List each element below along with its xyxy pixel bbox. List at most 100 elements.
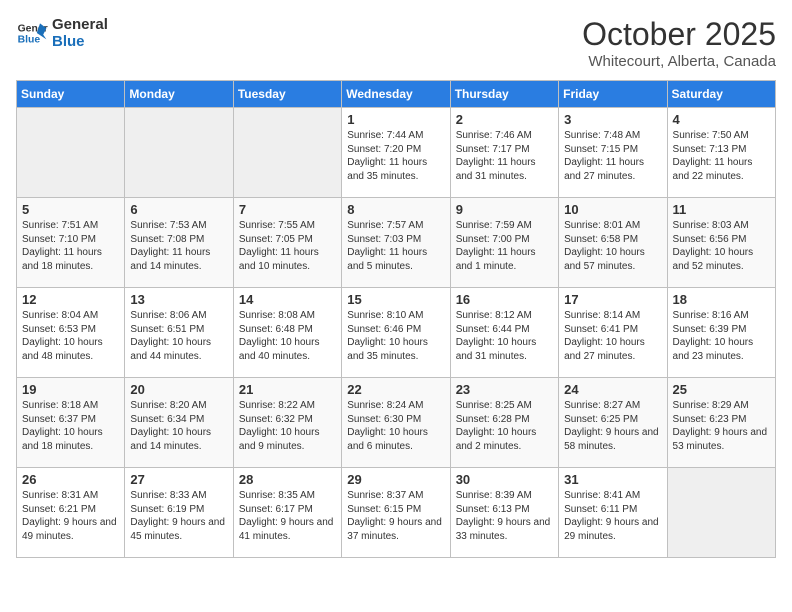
empty-cell xyxy=(17,108,125,198)
day-number: 22 xyxy=(347,382,444,397)
sunrise-label: Sunrise: 8:39 AM xyxy=(456,490,532,501)
sunrise-label: Sunrise: 8:10 AM xyxy=(347,310,423,321)
sunset-label: Sunset: 6:37 PM xyxy=(22,414,96,425)
day-number: 31 xyxy=(564,472,661,487)
daylight-label: Daylight: 10 hours and 57 minutes. xyxy=(564,247,645,272)
week-row-4: 19 Sunrise: 8:18 AM Sunset: 6:37 PM Dayligh… xyxy=(17,378,776,468)
day-cell-10: 10Sunrise: 8:01 AMSunset: 6:58 PMDayligh… xyxy=(559,198,667,288)
sunrise-label: Sunrise: 8:12 AM xyxy=(456,310,532,321)
sunrise-label: Sunrise: 8:35 AM xyxy=(239,490,315,501)
daylight-label: Daylight: 10 hours and 18 minutes. xyxy=(22,427,103,452)
daylight-label: Daylight: 9 hours and 49 minutes. xyxy=(22,517,117,542)
day-number: 15 xyxy=(347,292,444,307)
day-info: Sunrise: 8:35 AMSunset: 6:17 PMDaylight:… xyxy=(239,489,336,543)
day-cell-5: 5Sunrise: 7:51 AMSunset: 7:10 PMDaylight… xyxy=(17,198,125,288)
day-info: Sunrise: 8:08 AMSunset: 6:48 PMDaylight:… xyxy=(239,309,336,363)
day-info: Sunrise: 7:44 AMSunset: 7:20 PMDaylight:… xyxy=(347,129,444,183)
day-cell-7: 7Sunrise: 7:55 AMSunset: 7:05 PMDaylight… xyxy=(233,198,341,288)
day-cell-3: 3Sunrise: 7:48 AMSunset: 7:15 PMDaylight… xyxy=(559,108,667,198)
sunrise-label: Sunrise: 7:48 AM xyxy=(564,130,640,141)
empty-cell xyxy=(125,108,233,198)
sunset-label: Sunset: 7:03 PM xyxy=(347,234,421,245)
sunset-label: Sunset: 6:39 PM xyxy=(673,324,747,335)
sunrise-label: Sunrise: 8:29 AM xyxy=(673,400,749,411)
day-number: 19 xyxy=(22,382,119,397)
day-number: 10 xyxy=(564,202,661,217)
sunset-label: Sunset: 6:23 PM xyxy=(673,414,747,425)
daylight-label: Daylight: 10 hours and 9 minutes. xyxy=(239,427,320,452)
day-cell-6: 6Sunrise: 7:53 AMSunset: 7:08 PMDaylight… xyxy=(125,198,233,288)
day-number: 24 xyxy=(564,382,661,397)
sunrise-label: Sunrise: 8:25 AM xyxy=(456,400,532,411)
header: General Blue General Blue October 2025 W… xyxy=(16,16,776,70)
day-cell-8: 8Sunrise: 7:57 AMSunset: 7:03 PMDaylight… xyxy=(342,198,450,288)
week-row-3: 12Sunrise: 8:04 AMSunset: 6:53 PMDayligh… xyxy=(17,288,776,378)
weekday-header-row: SundayMondayTuesdayWednesdayThursdayFrid… xyxy=(17,81,776,108)
day-number: 4 xyxy=(673,112,770,127)
day-info: Sunrise: 8:33 AMSunset: 6:19 PMDaylight:… xyxy=(130,489,227,543)
day-cell-13: 13Sunrise: 8:06 AMSunset: 6:51 PMDayligh… xyxy=(125,288,233,378)
sunset-label: Sunset: 6:48 PM xyxy=(239,324,313,335)
daylight-label: Daylight: 11 hours and 27 minutes. xyxy=(564,157,644,182)
sunset-label: Sunset: 7:05 PM xyxy=(239,234,313,245)
week-row-5: 26 Sunrise: 8:31 AMSunset: 6:21 PMDayligh… xyxy=(17,468,776,558)
day-cell-21: 21Sunrise: 8:22 AMSunset: 6:32 PMDayligh… xyxy=(233,378,341,468)
daylight-label: Daylight: 10 hours and 52 minutes. xyxy=(673,247,754,272)
daylight-label: Daylight: 11 hours and 10 minutes. xyxy=(239,247,319,272)
weekday-header-monday: Monday xyxy=(125,81,233,108)
day-info: Sunrise: 8:27 AMSunset: 6:25 PMDaylight:… xyxy=(564,399,661,453)
sunrise-label: Sunrise: 8:14 AM xyxy=(564,310,640,321)
day-info: Sunrise: 8:22 AMSunset: 6:32 PMDaylight:… xyxy=(239,399,336,453)
day-info: Sunrise: 7:57 AMSunset: 7:03 PMDaylight:… xyxy=(347,219,444,273)
day-cell-31: 31 Sunrise: 8:41 AMSunset: 6:11 PMDayligh… xyxy=(559,468,667,558)
calendar-table: SundayMondayTuesdayWednesdayThursdayFrid… xyxy=(16,80,776,558)
sunset-label: Sunset: 6:21 PM xyxy=(22,504,96,515)
daylight-label: Daylight: 10 hours and 48 minutes. xyxy=(22,337,103,362)
day-cell-14: 14Sunrise: 8:08 AMSunset: 6:48 PMDayligh… xyxy=(233,288,341,378)
day-cell-15: 15 Sunrise: 8:10 AMSunset: 6:46 PMDayligh… xyxy=(342,288,450,378)
sunset-label: Sunset: 6:28 PM xyxy=(456,414,530,425)
day-number: 17 xyxy=(564,292,661,307)
day-info: Sunrise: 8:29 AM Sunset: 6:23 PM Daylight:… xyxy=(673,399,770,453)
day-info: Sunrise: 8:18 AM Sunset: 6:37 PM Daylight:… xyxy=(22,399,119,453)
daylight-label: Daylight: 9 hours and 58 minutes. xyxy=(564,427,659,452)
daylight-label: Daylight: 9 hours and 29 minutes. xyxy=(564,517,659,542)
sunrise-label: Sunrise: 8:08 AM xyxy=(239,310,315,321)
sunrise-label: Sunrise: 8:06 AM xyxy=(130,310,206,321)
day-info: Sunrise: 8:25 AMSunset: 6:28 PMDaylight:… xyxy=(456,399,553,453)
day-number: 26 xyxy=(22,472,119,487)
day-info: Sunrise: 7:46 AMSunset: 7:17 PMDaylight:… xyxy=(456,129,553,183)
day-info: Sunrise: 7:51 AMSunset: 7:10 PMDaylight:… xyxy=(22,219,119,273)
day-cell-29: 29Sunrise: 8:37 AMSunset: 6:15 PMDayligh… xyxy=(342,468,450,558)
sunset-label: Sunset: 6:53 PM xyxy=(22,324,96,335)
logo-icon: General Blue xyxy=(16,17,48,49)
day-info: Sunrise: 8:31 AMSunset: 6:21 PMDaylight:… xyxy=(22,489,119,543)
day-info: Sunrise: 8:39 AMSunset: 6:13 PMDaylight:… xyxy=(456,489,553,543)
day-number: 11 xyxy=(673,202,770,217)
daylight-label: Daylight: 9 hours and 53 minutes. xyxy=(673,427,768,452)
day-info: Sunrise: 7:59 AMSunset: 7:00 PMDaylight:… xyxy=(456,219,553,273)
weekday-header-thursday: Thursday xyxy=(450,81,558,108)
sunset-label: Sunset: 7:17 PM xyxy=(456,144,530,155)
sunrise-label: Sunrise: 8:41 AM xyxy=(564,490,640,501)
week-row-1: 1Sunrise: 7:44 AMSunset: 7:20 PMDaylight… xyxy=(17,108,776,198)
day-number: 9 xyxy=(456,202,553,217)
sunrise-label: Sunrise: 8:27 AM xyxy=(564,400,640,411)
day-number: 6 xyxy=(130,202,227,217)
day-info: Sunrise: 8:10 AMSunset: 6:46 PMDaylight:… xyxy=(347,309,444,363)
day-number: 8 xyxy=(347,202,444,217)
day-number: 29 xyxy=(347,472,444,487)
day-cell-30: 30Sunrise: 8:39 AMSunset: 6:13 PMDayligh… xyxy=(450,468,558,558)
day-number: 28 xyxy=(239,472,336,487)
day-info: Sunrise: 8:41 AMSunset: 6:11 PMDaylight:… xyxy=(564,489,661,543)
sunrise-label: Sunrise: 7:57 AM xyxy=(347,220,423,231)
sunset-label: Sunset: 6:32 PM xyxy=(239,414,313,425)
month-title: October 2025 xyxy=(582,16,776,53)
sunrise-label: Sunrise: 7:59 AM xyxy=(456,220,532,231)
day-cell-17: 17Sunrise: 8:14 AMSunset: 6:41 PMDayligh… xyxy=(559,288,667,378)
sunrise-label: Sunrise: 8:33 AM xyxy=(130,490,206,501)
sunset-label: Sunset: 6:44 PM xyxy=(456,324,530,335)
daylight-label: Daylight: 11 hours and 31 minutes. xyxy=(456,157,536,182)
day-number: 27 xyxy=(130,472,227,487)
sunrise-label: Sunrise: 8:18 AM xyxy=(22,400,98,411)
